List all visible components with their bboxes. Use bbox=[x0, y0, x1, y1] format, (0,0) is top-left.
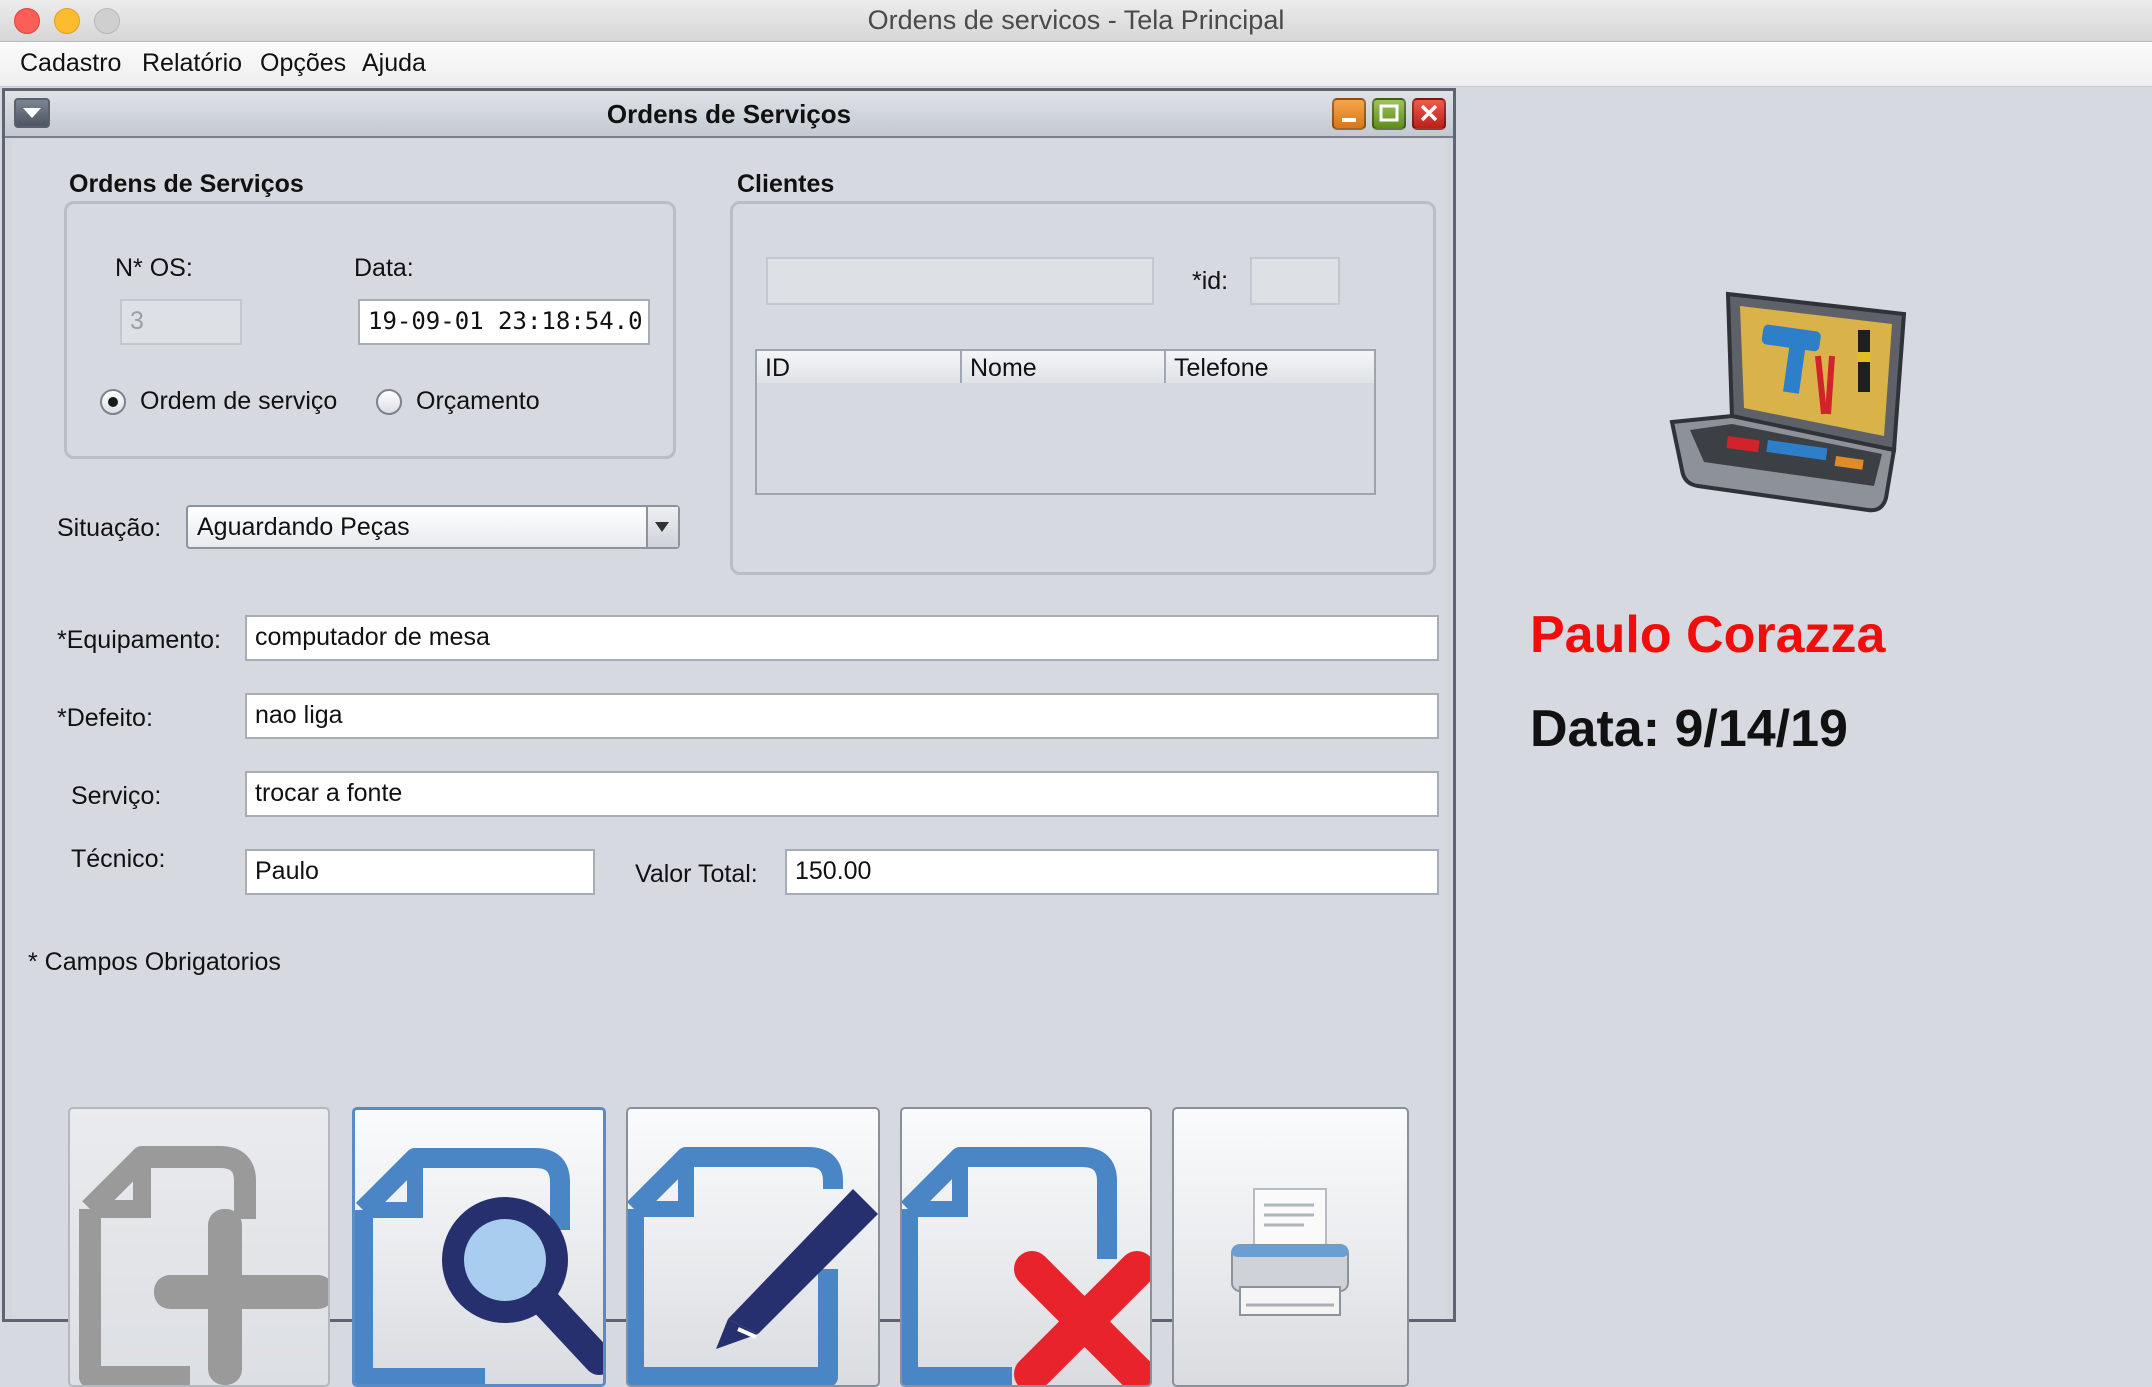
situacao-dropdown-button[interactable] bbox=[646, 507, 678, 547]
delete-os-button[interactable] bbox=[900, 1107, 1152, 1387]
toolbox-image bbox=[1668, 290, 1918, 515]
print-os-button[interactable] bbox=[1172, 1107, 1409, 1387]
chevron-down-icon bbox=[655, 522, 669, 532]
date-field[interactable]: 19-09-01 23:18:54.0 bbox=[358, 299, 650, 345]
printer-icon bbox=[1231, 1188, 1349, 1316]
defeito-label: *Defeito: bbox=[57, 704, 153, 732]
add-os-button[interactable] bbox=[68, 1107, 330, 1387]
user-name: Paulo Corazza bbox=[1530, 606, 1886, 664]
valor-total-field[interactable]: 150.00 bbox=[785, 849, 1439, 895]
situacao-combobox[interactable]: Aguardando Peças bbox=[186, 505, 680, 549]
table-header-nome[interactable]: Nome bbox=[962, 351, 1166, 383]
equipamento-label: *Equipamento: bbox=[57, 626, 222, 654]
tecnico-field[interactable]: Paulo bbox=[245, 849, 595, 895]
table-header-telefone[interactable]: Telefone bbox=[1166, 351, 1374, 383]
servico-field[interactable]: trocar a fonte bbox=[245, 771, 1439, 817]
edit-os-button[interactable] bbox=[626, 1107, 880, 1387]
menu-cadastro[interactable]: Cadastro bbox=[20, 49, 121, 78]
radio-orcamento[interactable] bbox=[376, 389, 402, 415]
menu-ajuda[interactable]: Ajuda bbox=[362, 49, 426, 78]
frame-minimize-button[interactable] bbox=[1332, 98, 1366, 130]
toolbox-icon bbox=[1669, 291, 1907, 513]
client-id-label: *id: bbox=[1192, 267, 1229, 295]
radio-ordem-servico[interactable] bbox=[100, 389, 126, 415]
table-header-id[interactable]: ID bbox=[757, 351, 962, 383]
situacao-selected: Aguardando Peças bbox=[197, 513, 410, 541]
equipamento-field[interactable]: computador de mesa bbox=[245, 615, 1439, 661]
window-title: Ordens de servicos - Tela Principal bbox=[867, 5, 1285, 35]
clientes-group-title: Clientes bbox=[737, 170, 835, 198]
client-id-field[interactable] bbox=[1250, 257, 1340, 305]
client-search-field[interactable] bbox=[766, 257, 1154, 305]
minimize-icon bbox=[1342, 118, 1356, 122]
situacao-label: Situação: bbox=[57, 514, 162, 542]
menu-opcoes[interactable]: Opções bbox=[260, 49, 346, 78]
servico-label: Serviço: bbox=[71, 782, 162, 810]
internal-frame-titlebar[interactable]: Ordens de Serviços bbox=[5, 91, 1453, 138]
os-number-label: N* OS: bbox=[115, 254, 193, 282]
internal-frame: Ordens de Serviços Ordens de Serviços N*… bbox=[2, 88, 1456, 1387]
add-document-icon bbox=[79, 1146, 328, 1385]
search-os-button[interactable] bbox=[352, 1107, 606, 1387]
valor-total-label: Valor Total: bbox=[635, 860, 758, 888]
close-icon bbox=[1420, 104, 1438, 122]
required-fields-note: * Campos Obrigatorios bbox=[28, 948, 281, 976]
delete-document-icon bbox=[902, 1147, 1150, 1385]
internal-frame-title: Ordens de Serviços bbox=[606, 99, 852, 129]
os-group-title: Ordens de Serviços bbox=[69, 170, 304, 198]
os-number-field: 3 bbox=[120, 299, 242, 345]
radio-orcamento-label[interactable]: Orçamento bbox=[416, 387, 540, 416]
clients-table[interactable]: ID Nome Telefone bbox=[755, 349, 1376, 495]
frame-maximize-button[interactable] bbox=[1372, 98, 1406, 130]
date-label: Data: bbox=[354, 254, 414, 282]
tecnico-label: Técnico: bbox=[71, 845, 166, 873]
window-titlebar: Ordens de servicos - Tela Principal bbox=[0, 0, 2152, 42]
current-date: Data: 9/14/19 bbox=[1530, 700, 1848, 758]
radio-ordem-servico-label[interactable]: Ordem de serviço bbox=[140, 387, 337, 416]
maximize-icon bbox=[1379, 104, 1399, 122]
menu-relatorio[interactable]: Relatório bbox=[142, 49, 242, 78]
defeito-field[interactable]: nao liga bbox=[245, 693, 1439, 739]
search-document-icon bbox=[355, 1148, 603, 1384]
edit-document-icon bbox=[628, 1147, 878, 1385]
menubar: Cadastro Relatório Opções Ajuda bbox=[0, 42, 2152, 87]
frame-close-button[interactable] bbox=[1412, 98, 1446, 130]
